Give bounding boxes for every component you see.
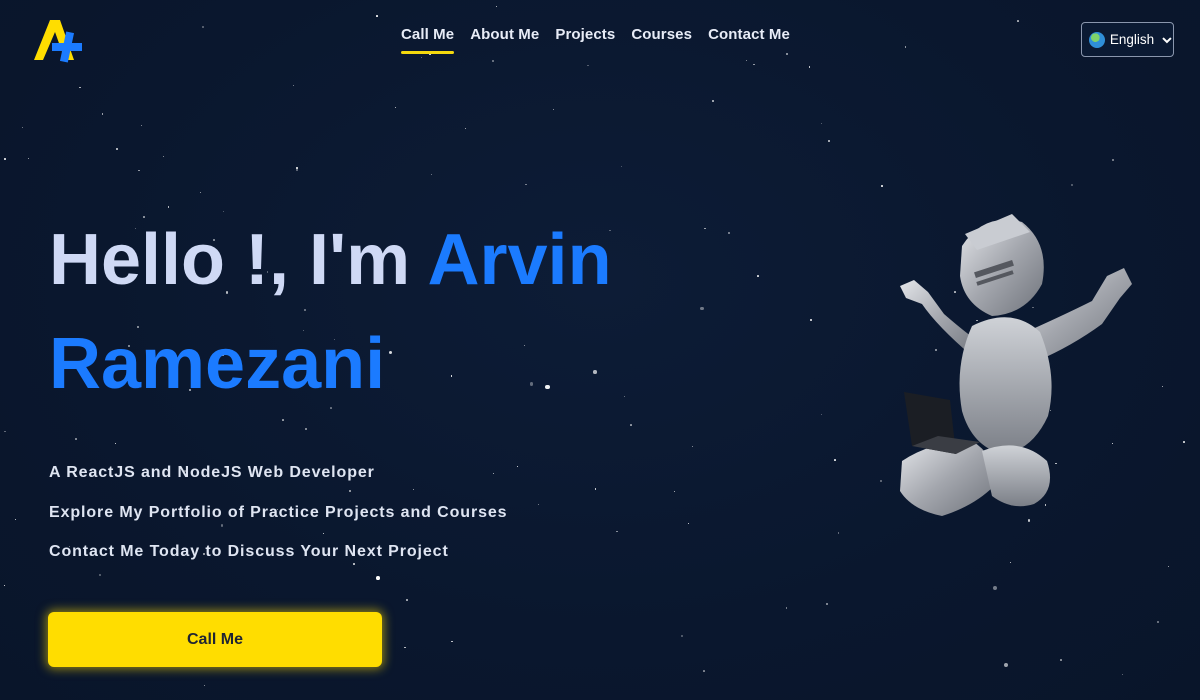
star xyxy=(1167,566,1170,568)
star xyxy=(1162,385,1164,387)
star xyxy=(296,167,299,169)
hero-greeting: Hello !, I'm xyxy=(49,220,428,300)
star xyxy=(296,169,298,171)
star xyxy=(137,169,140,172)
star xyxy=(821,122,823,125)
star xyxy=(451,641,453,643)
hero-last-name: Ramezani xyxy=(49,324,386,404)
star xyxy=(75,438,77,440)
star xyxy=(1156,620,1159,623)
site-logo[interactable] xyxy=(30,16,86,64)
star xyxy=(200,191,202,193)
star xyxy=(394,106,397,109)
star xyxy=(616,530,618,533)
star xyxy=(552,108,555,110)
star xyxy=(785,53,788,56)
star xyxy=(406,599,409,601)
star xyxy=(115,147,118,150)
call-me-button[interactable]: Call Me xyxy=(48,612,382,667)
star xyxy=(1112,159,1114,161)
language-select[interactable]: English xyxy=(1081,22,1174,57)
star xyxy=(403,646,406,649)
star xyxy=(282,419,284,421)
hero-first-name: Arvin xyxy=(427,220,612,300)
language-label: English xyxy=(1109,32,1155,47)
star xyxy=(3,584,5,587)
star xyxy=(4,430,6,433)
star xyxy=(711,99,714,102)
star xyxy=(881,185,883,188)
star xyxy=(673,490,675,492)
star xyxy=(828,139,831,142)
star xyxy=(421,56,423,58)
main-nav: Call Me About Me Projects Courses Contac… xyxy=(401,26,790,54)
star xyxy=(21,126,23,128)
star xyxy=(114,442,116,444)
star xyxy=(753,63,755,65)
star xyxy=(524,183,527,186)
star xyxy=(992,586,997,591)
star xyxy=(538,503,540,505)
chevron-down-icon xyxy=(1162,36,1172,43)
hero-heading: Hello !, I'm Arvin Ramezani xyxy=(49,208,749,416)
star xyxy=(629,424,632,426)
star xyxy=(464,127,466,129)
star xyxy=(27,157,29,159)
knight-illustration xyxy=(900,214,1132,516)
star xyxy=(516,466,519,468)
star xyxy=(1004,662,1009,668)
star xyxy=(837,532,839,534)
star xyxy=(495,5,498,8)
star xyxy=(687,522,690,525)
star xyxy=(305,427,308,430)
tagline-developer: A ReactJS and NodeJS Web Developer xyxy=(49,464,375,481)
nav-call-me[interactable]: Call Me xyxy=(401,26,455,54)
star xyxy=(785,607,788,609)
star xyxy=(15,518,17,520)
star xyxy=(681,634,684,637)
star xyxy=(808,66,811,68)
star xyxy=(594,488,597,490)
star xyxy=(1122,674,1124,676)
nav-contact-me[interactable]: Contact Me xyxy=(708,26,790,43)
star xyxy=(587,64,589,67)
globe-icon xyxy=(1089,31,1105,48)
star xyxy=(1182,441,1185,444)
star xyxy=(692,446,694,448)
star xyxy=(825,602,828,605)
star xyxy=(1009,561,1012,563)
star xyxy=(79,86,81,89)
nav-about-me[interactable]: About Me xyxy=(470,26,539,43)
tagline-contact: Contact Me Today to Discuss Your Next Pr… xyxy=(49,543,449,560)
nav-courses[interactable]: Courses xyxy=(631,26,692,43)
star xyxy=(492,59,495,62)
nav-projects[interactable]: Projects xyxy=(555,26,615,43)
tagline-portfolio: Explore My Portfolio of Practice Project… xyxy=(49,503,508,521)
hero-taglines: A ReactJS and NodeJS Web Developer Explo… xyxy=(49,462,507,581)
page: Call Me About Me Projects Courses Contac… xyxy=(0,0,1200,700)
star xyxy=(140,124,142,126)
star xyxy=(376,15,378,17)
star xyxy=(201,25,204,28)
star xyxy=(703,670,705,673)
star xyxy=(820,413,823,416)
star xyxy=(833,458,836,461)
star xyxy=(293,84,295,86)
star xyxy=(1017,20,1019,22)
star xyxy=(620,165,623,167)
star xyxy=(757,275,760,278)
star xyxy=(162,155,165,158)
star xyxy=(203,685,205,687)
star xyxy=(4,158,6,160)
star xyxy=(1059,658,1062,661)
star xyxy=(1071,183,1073,186)
star xyxy=(810,318,813,321)
star xyxy=(904,46,907,48)
star xyxy=(430,174,432,176)
star xyxy=(101,113,104,116)
star xyxy=(745,60,747,62)
